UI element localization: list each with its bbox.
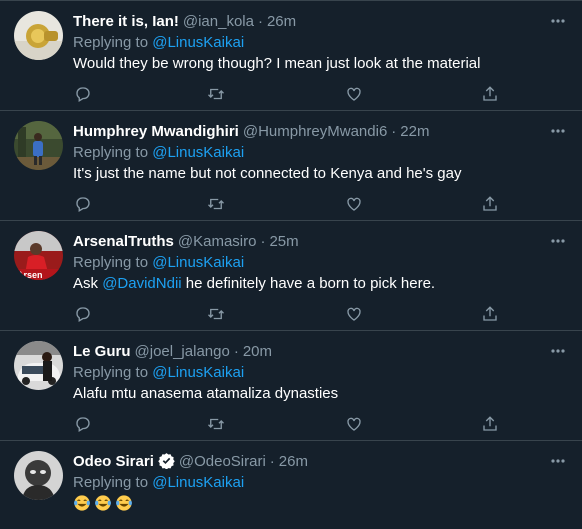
face-with-tears-of-joy-icon bbox=[115, 494, 133, 512]
tweet-header: Humphrey Mwandighiri @HumphreyMwandi6 · 22m bbox=[73, 122, 542, 142]
tweet-text: It's just the name but not connected to … bbox=[73, 165, 462, 182]
replying-prefix: Replying to bbox=[73, 144, 149, 161]
more-icon[interactable] bbox=[548, 121, 568, 141]
tweet-header: Le Guru @joel_jalango · 20m bbox=[73, 342, 542, 362]
replying-to-link[interactable]: @LinusKaikai bbox=[152, 34, 244, 51]
replying-prefix: Replying to bbox=[73, 474, 149, 491]
avatar[interactable] bbox=[14, 451, 63, 500]
share-icon[interactable] bbox=[480, 194, 500, 214]
retweet-icon[interactable] bbox=[206, 414, 226, 434]
verified-icon bbox=[158, 452, 175, 475]
replying-to-link[interactable]: @LinusKaikai bbox=[152, 364, 244, 381]
timestamp[interactable]: 26m bbox=[279, 453, 308, 470]
tweet[interactable]: Odeo Sirari @OdeoSirari · 26m Replying to @… bbox=[0, 441, 582, 529]
tweet-header: ArsenalTruths @Kamasiro · 25m bbox=[73, 232, 542, 252]
avatar[interactable]: Arsen bbox=[14, 231, 63, 280]
tweet[interactable]: Arsen ArsenalTruths @Kamasiro · 25m Replyin… bbox=[0, 221, 582, 331]
tweet-text: Would they be wrong though? I mean just … bbox=[73, 55, 481, 72]
user-handle[interactable]: @joel_jalango bbox=[135, 343, 230, 360]
tweet-actions bbox=[73, 416, 503, 442]
tweet-header: There it is, Ian! @ian_kola · 26m bbox=[73, 12, 542, 32]
replying-to: Replying to @LinusKaikai bbox=[73, 253, 244, 273]
replying-prefix: Replying to bbox=[73, 254, 149, 271]
tweet-text: Alafu mtu anasema atamaliza dynasties bbox=[73, 385, 339, 402]
more-icon[interactable] bbox=[548, 11, 568, 31]
separator-dot: · bbox=[391, 123, 397, 140]
replying-to: Replying to @LinusKaikai bbox=[73, 473, 244, 493]
avatar[interactable] bbox=[14, 121, 63, 170]
face-with-tears-of-joy-icon bbox=[94, 494, 112, 512]
avatar[interactable] bbox=[14, 341, 63, 390]
share-icon[interactable] bbox=[480, 304, 500, 324]
retweet-icon[interactable] bbox=[206, 194, 226, 214]
tweet-text bbox=[73, 494, 568, 515]
timestamp[interactable]: 25m bbox=[269, 233, 298, 250]
replying-prefix: Replying to bbox=[73, 34, 149, 51]
tweet[interactable]: There it is, Ian! @ian_kola · 26m Replying … bbox=[0, 1, 582, 111]
svg-text:Arsen: Arsen bbox=[17, 270, 43, 280]
display-name[interactable]: There it is, Ian! bbox=[73, 13, 179, 30]
display-name[interactable]: Le Guru bbox=[73, 343, 131, 360]
like-icon[interactable] bbox=[344, 304, 364, 324]
display-name[interactable]: ArsenalTruths bbox=[73, 233, 174, 250]
tweet-actions bbox=[73, 196, 503, 222]
retweet-icon[interactable] bbox=[206, 84, 226, 104]
replying-to-link[interactable]: @LinusKaikai bbox=[152, 254, 244, 271]
text-suffix: he definitely have a born to pick here. bbox=[181, 275, 436, 292]
timestamp[interactable]: 22m bbox=[400, 123, 429, 140]
tweet-text: Ask @DavidNdii he definitely have a born… bbox=[73, 274, 568, 294]
reply-feed: There it is, Ian! @ian_kola · 26m Replying … bbox=[0, 0, 582, 529]
like-icon[interactable] bbox=[344, 84, 364, 104]
separator-dot: · bbox=[257, 13, 263, 30]
reply-icon[interactable] bbox=[73, 194, 93, 214]
tweet[interactable]: Humphrey Mwandighiri @HumphreyMwandi6 · 22m… bbox=[0, 111, 582, 221]
replying-prefix: Replying to bbox=[73, 364, 149, 381]
timestamp[interactable]: 26m bbox=[267, 13, 296, 30]
face-with-tears-of-joy-icon bbox=[73, 494, 91, 512]
more-icon[interactable] bbox=[548, 451, 568, 471]
share-icon[interactable] bbox=[480, 84, 500, 104]
reply-icon[interactable] bbox=[73, 414, 93, 434]
more-icon[interactable] bbox=[548, 231, 568, 251]
display-name[interactable]: Humphrey Mwandighiri bbox=[73, 123, 239, 140]
replying-to: Replying to @LinusKaikai bbox=[73, 143, 244, 163]
tweet-actions bbox=[73, 86, 503, 112]
user-handle[interactable]: @Kamasiro bbox=[178, 233, 257, 250]
display-name[interactable]: Odeo Sirari bbox=[73, 453, 154, 470]
more-icon[interactable] bbox=[548, 341, 568, 361]
replying-to-link[interactable]: @LinusKaikai bbox=[152, 474, 244, 491]
tweet[interactable]: Le Guru @joel_jalango · 20m Replying to @Li… bbox=[0, 331, 582, 441]
replying-to-link[interactable]: @LinusKaikai bbox=[152, 144, 244, 161]
separator-dot: · bbox=[260, 233, 266, 250]
retweet-icon[interactable] bbox=[206, 304, 226, 324]
replying-to: Replying to @LinusKaikai bbox=[73, 363, 244, 383]
text-prefix: Ask bbox=[73, 275, 103, 292]
mention-link[interactable]: @DavidNdii bbox=[102, 275, 181, 292]
separator-dot: · bbox=[269, 453, 275, 470]
tweet-header: Odeo Sirari @OdeoSirari · 26m bbox=[73, 452, 542, 472]
timestamp[interactable]: 20m bbox=[243, 343, 272, 360]
separator-dot: · bbox=[233, 343, 239, 360]
like-icon[interactable] bbox=[344, 414, 364, 434]
user-handle[interactable]: @ian_kola bbox=[183, 13, 254, 30]
reply-icon[interactable] bbox=[73, 304, 93, 324]
reply-icon[interactable] bbox=[73, 84, 93, 104]
user-handle[interactable]: @OdeoSirari bbox=[179, 453, 266, 470]
avatar[interactable] bbox=[14, 11, 63, 60]
user-handle[interactable]: @HumphreyMwandi6 bbox=[243, 123, 387, 140]
replying-to: Replying to @LinusKaikai bbox=[73, 33, 244, 53]
like-icon[interactable] bbox=[344, 194, 364, 214]
tweet-actions bbox=[73, 306, 503, 332]
share-icon[interactable] bbox=[480, 414, 500, 434]
